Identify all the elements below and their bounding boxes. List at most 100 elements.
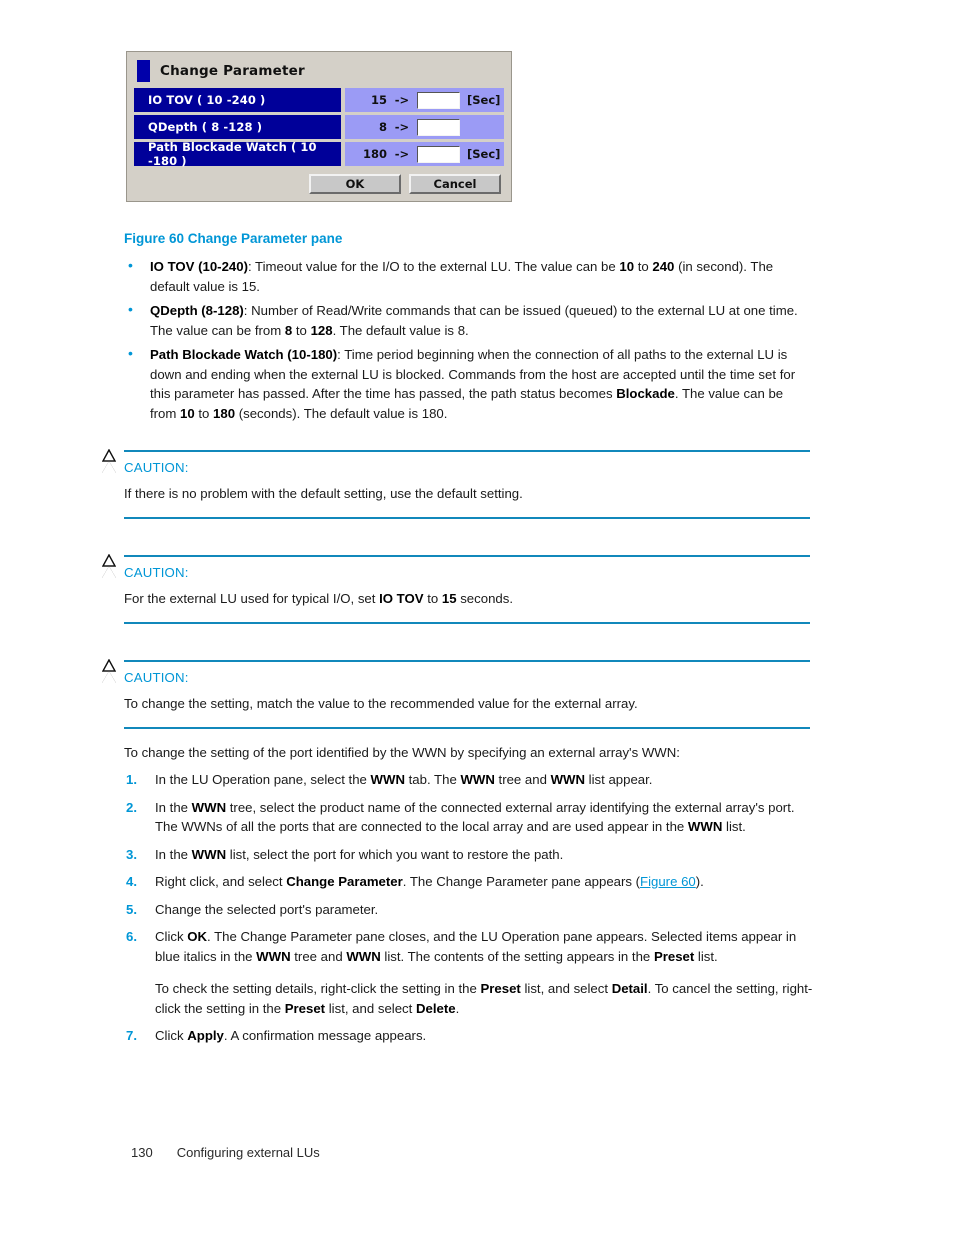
current-value: 15 bbox=[370, 93, 387, 107]
step-emphasis: Preset bbox=[480, 981, 521, 996]
step-6-additional-paragraph: To check the setting details, right-clic… bbox=[155, 979, 814, 1018]
step-text: In the bbox=[155, 846, 192, 862]
parameter-rows: IO TOV ( 10 -240 ) 15 -> [Sec] QDepth ( … bbox=[134, 88, 504, 168]
step-2: 2. In the WWN tree, select the product na… bbox=[124, 798, 814, 837]
bullet-text: to bbox=[634, 259, 653, 274]
caution-text: seconds. bbox=[456, 590, 513, 606]
list-item: Path Blockade Watch (10-180): Time perio… bbox=[124, 344, 810, 423]
current-value: 180 bbox=[362, 147, 387, 161]
figure-60-crossreference-link[interactable]: Figure 60 bbox=[640, 874, 696, 889]
cancel-button[interactable]: Cancel bbox=[409, 174, 501, 194]
step-text: To check the setting details, right-clic… bbox=[155, 981, 481, 996]
procedure-steps: 1. In the LU Operation pane, select the W… bbox=[124, 770, 814, 1054]
caution-heading: CAUTION: bbox=[102, 448, 810, 478]
bullet-term: IO TOV (10-240) bbox=[150, 259, 248, 274]
bullet-term: QDepth (8-128) bbox=[150, 303, 244, 318]
caution-heading: CAUTION: bbox=[102, 553, 810, 583]
divider bbox=[124, 622, 810, 624]
step-text: list. The contents of the setting appear… bbox=[380, 948, 654, 964]
step-text: . The Change Parameter pane appears ( bbox=[402, 874, 641, 889]
step-4: 4. Right click, and select Change Paramet… bbox=[124, 872, 814, 892]
figure-caption: Figure 60 Change Parameter pane bbox=[124, 231, 343, 246]
step-5: 5. Change the selected port's parameter. bbox=[124, 900, 814, 920]
step-emphasis: WWN bbox=[191, 799, 227, 815]
step-text: In the bbox=[155, 799, 192, 815]
divider bbox=[124, 727, 810, 729]
dialog-titlebar: Change Parameter bbox=[134, 58, 504, 84]
ok-button[interactable]: OK bbox=[309, 174, 401, 194]
step-text: In the LU Operation pane, select the bbox=[155, 772, 371, 787]
step-number: 1. bbox=[126, 772, 137, 787]
caution-emphasis: IO TOV bbox=[379, 590, 424, 606]
path-blockade-watch-input[interactable] bbox=[417, 145, 460, 163]
parameter-label: Path Blockade Watch ( 10 -180 ) bbox=[134, 140, 341, 168]
step-emphasis: OK bbox=[187, 929, 208, 944]
step-emphasis: WWN bbox=[460, 772, 495, 787]
step-emphasis: WWN bbox=[346, 948, 381, 964]
step-number: 2. bbox=[126, 799, 137, 815]
unit-label: [Sec] bbox=[467, 93, 501, 107]
step-6: 6. Click OK. The Change Parameter pane cl… bbox=[124, 927, 814, 1018]
caution-block-1: CAUTION: If there is no problem with the… bbox=[102, 448, 810, 519]
warning-triangle-icon bbox=[102, 553, 116, 578]
current-value: 8 bbox=[378, 120, 387, 134]
caution-heading: CAUTION: bbox=[102, 658, 810, 688]
step-text: Change the selected port's parameter. bbox=[155, 901, 379, 917]
dialog-title: Change Parameter bbox=[160, 63, 305, 79]
parameter-row-io-tov: IO TOV ( 10 -240 ) 15 -> [Sec] bbox=[134, 88, 504, 112]
parameter-row-qdepth: QDepth ( 8 -128 ) 8 -> bbox=[134, 115, 504, 139]
caution-body: For the external LU used for typical I/O… bbox=[124, 583, 810, 623]
step-text: list. bbox=[694, 948, 718, 964]
caution-label: CAUTION: bbox=[124, 564, 189, 580]
divider bbox=[124, 517, 810, 519]
step-text: list, and select bbox=[520, 981, 612, 996]
step-emphasis: WWN bbox=[370, 772, 405, 787]
bullet-text: : Number of Read/Write commands that can… bbox=[150, 303, 798, 338]
bullet-text: to bbox=[194, 405, 214, 421]
bullet-text: : Timeout value for the I/O to the exter… bbox=[247, 259, 620, 274]
step-text: . A confirmation message appears. bbox=[223, 1028, 427, 1043]
step-emphasis: Change Parameter bbox=[286, 874, 403, 889]
step-text: list appear. bbox=[585, 772, 653, 787]
parameter-value-cell: 15 -> [Sec] bbox=[345, 88, 504, 112]
qdepth-input[interactable] bbox=[417, 118, 460, 136]
step-emphasis: Delete bbox=[415, 1000, 456, 1016]
caution-body: If there is no problem with the default … bbox=[124, 485, 523, 501]
page-number: 130 bbox=[131, 1145, 153, 1160]
bullet-text: . The default value is 8. bbox=[332, 322, 469, 338]
step-text: tab. The bbox=[404, 772, 461, 787]
caution-body: To change the setting, match the value t… bbox=[124, 695, 638, 711]
step-emphasis: WWN bbox=[256, 948, 291, 964]
step-emphasis: WWN bbox=[687, 819, 723, 834]
warning-triangle-icon bbox=[102, 448, 116, 473]
step-7: 7. Click Apply. A confirmation message ap… bbox=[124, 1026, 814, 1046]
bullet-value-max: 128 bbox=[310, 322, 333, 338]
step-3: 3. In the WWN list, select the port for w… bbox=[124, 845, 814, 865]
step-text: list, select the port for which you want… bbox=[226, 846, 564, 862]
figure-change-parameter-pane: Change Parameter IO TOV ( 10 -240 ) 15 -… bbox=[126, 51, 512, 202]
bullet-value-max: 180 bbox=[213, 405, 236, 421]
chapter-title: Configuring external LUs bbox=[176, 1145, 320, 1160]
step-number: 3. bbox=[126, 846, 137, 862]
step-number: 4. bbox=[126, 874, 137, 889]
caution-label: CAUTION: bbox=[124, 669, 189, 685]
parameter-value-cell: 8 -> bbox=[345, 115, 504, 139]
bullet-term: Path Blockade Watch (10-180) bbox=[150, 347, 338, 362]
document-page: Change Parameter IO TOV ( 10 -240 ) 15 -… bbox=[0, 0, 954, 1235]
step-emphasis: Preset bbox=[284, 1000, 326, 1016]
bullet-value-max: 240 bbox=[652, 259, 675, 274]
bullet-value-min: 10 bbox=[619, 259, 635, 274]
parameter-row-path-blockade-watch: Path Blockade Watch ( 10 -180 ) 180 -> [… bbox=[134, 140, 504, 168]
blue-square-icon bbox=[137, 60, 150, 82]
step-text: list, and select bbox=[325, 1000, 416, 1016]
io-tov-input[interactable] bbox=[417, 91, 460, 109]
warning-triangle-icon bbox=[102, 658, 116, 683]
caution-value: 15 bbox=[441, 590, 457, 606]
page-footer: 130 Configuring external LUs bbox=[131, 1145, 320, 1160]
step-emphasis: WWN bbox=[550, 772, 586, 787]
step-number: 6. bbox=[126, 929, 137, 944]
step-emphasis: Detail bbox=[611, 981, 648, 996]
caution-block-3: CAUTION: To change the setting, match th… bbox=[102, 658, 810, 729]
step-number: 7. bbox=[126, 1028, 137, 1043]
step-text: Click bbox=[155, 1028, 188, 1043]
